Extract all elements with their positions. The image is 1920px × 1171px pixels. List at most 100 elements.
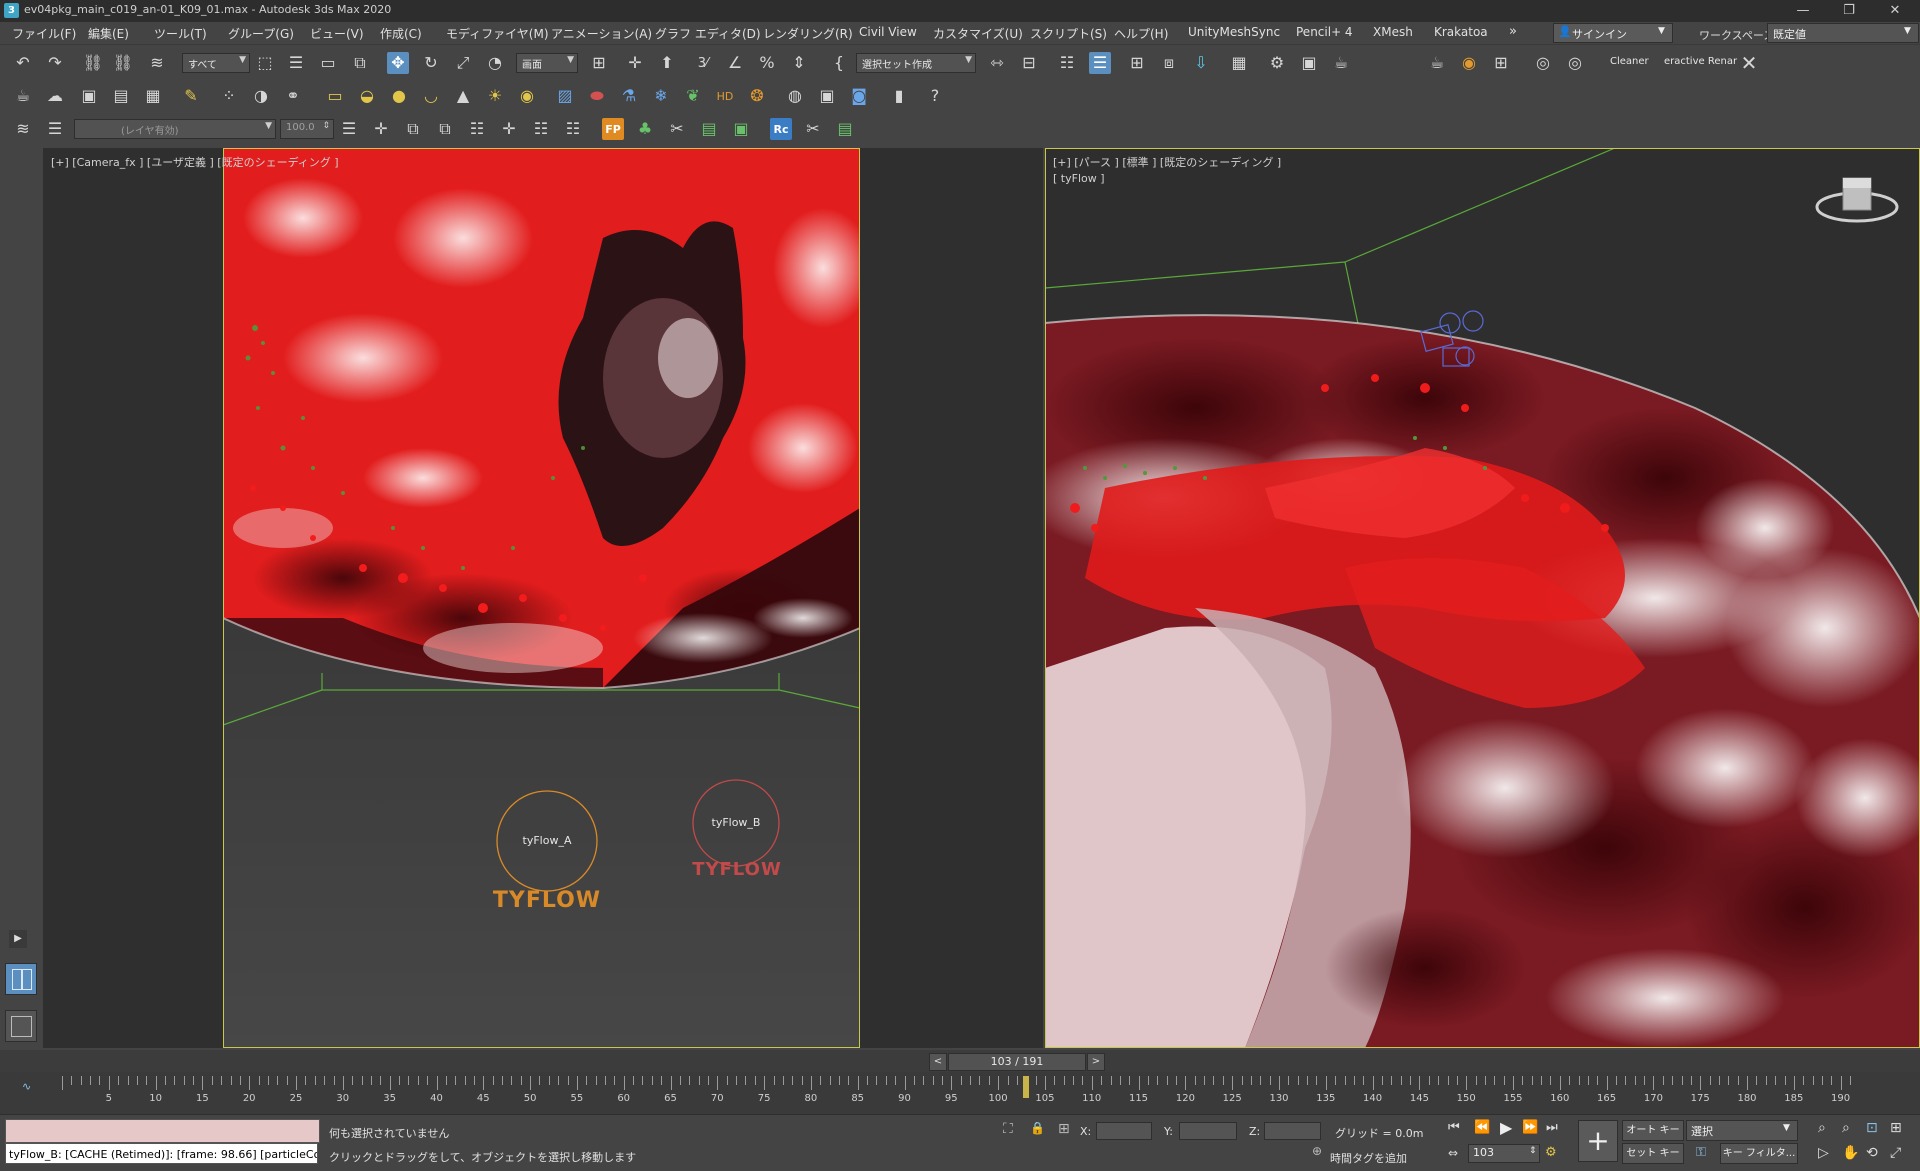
light-lister-icon[interactable]: ✎ [180, 85, 202, 107]
key-filter-icon[interactable]: ⚿ [1696, 1145, 1706, 1160]
curve-editor-icon[interactable]: ⧈ [1158, 52, 1180, 74]
capsule-icon[interactable]: ⬬ [586, 85, 608, 107]
material-editor-icon[interactable]: ▦ [1228, 52, 1250, 74]
camera-viewport-label[interactable]: [+] [Camera_fx ] [ユーザ定義 ] [既定のシェーディング ] [51, 154, 339, 170]
image-icon[interactable]: ▣ [78, 85, 100, 107]
layer-hide-icon[interactable]: ☷ [530, 118, 552, 140]
next-frame-icon[interactable]: ⏩ [1522, 1120, 1538, 1135]
dots-icon[interactable]: ⁘ [218, 85, 240, 107]
link-tool-icon[interactable]: ⚭ [282, 85, 304, 107]
perspective-viewport-label[interactable]: [+] [パース ] [標準 ] [既定のシェーディング ] [1053, 154, 1281, 170]
layer-lock-icon[interactable]: ☷ [466, 118, 488, 140]
hemisphere-icon[interactable]: ◒ [356, 85, 378, 107]
play-animation-icon[interactable]: ▶ [1500, 1118, 1512, 1137]
menu-pencil[interactable]: Pencil+ 4 [1296, 25, 1353, 39]
rect-selection-icon[interactable]: ▭ [317, 52, 339, 74]
snowflake-icon[interactable]: ❄ [650, 85, 672, 107]
layer-explorer-icon[interactable]: ☰ [1089, 52, 1111, 74]
previous-frame-icon[interactable]: ⏪ [1474, 1120, 1490, 1135]
maximize-button[interactable]: ❐ [1826, 0, 1872, 22]
table-tool-icon[interactable]: ▤ [698, 118, 720, 140]
set-key-icon[interactable]: + [1578, 1120, 1618, 1162]
auto-key-button[interactable]: オート キー [1622, 1120, 1684, 1141]
menu-krakatoa[interactable]: Krakatoa [1434, 25, 1488, 39]
spreadsheet-icon[interactable]: ▤ [834, 118, 856, 140]
layer-value-spinner[interactable]: 100.0 ⇕ [280, 119, 334, 139]
z-field[interactable] [1264, 1122, 1321, 1140]
key-filters-button[interactable]: キー フィルタ... [1720, 1143, 1798, 1164]
window-crossing-icon[interactable]: ⧉ [349, 52, 371, 74]
menu-edit[interactable]: 編集(E) [88, 25, 129, 42]
zoom-extents-icon[interactable]: ⊡ [1866, 1120, 1878, 1136]
select-place-icon[interactable]: ◔ [484, 52, 506, 74]
select-by-name-icon[interactable]: ☰ [285, 52, 307, 74]
go-to-start-icon[interactable]: ⏮ [1448, 1120, 1460, 1135]
bind-spacewarp-icon[interactable]: ≋ [146, 52, 168, 74]
plane-icon[interactable]: ▭ [324, 85, 346, 107]
rock-icon[interactable]: ❂ [746, 85, 768, 107]
menu-civil-view[interactable]: Civil View [859, 25, 917, 39]
add-time-tag-button[interactable]: 時間タグを追加 [1330, 1150, 1407, 1166]
select-manipulate-icon[interactable]: ✛ [624, 52, 646, 74]
keyboard-shortcut-override-icon[interactable]: ⬆ [656, 52, 678, 74]
menu-rendering[interactable]: レンダリング(R) [763, 25, 853, 42]
select-layer-icon[interactable]: ⧉ [402, 118, 424, 140]
pivot-center-icon[interactable]: ⊞ [588, 52, 610, 74]
half-circle-icon[interactable]: ◑ [250, 85, 272, 107]
layers-icon[interactable]: ≋ [12, 118, 34, 140]
forest-icon[interactable]: ♣ [634, 118, 656, 140]
teapot-icon[interactable]: ☕ [12, 85, 34, 107]
key-mode-icon[interactable]: ⇔ [1448, 1146, 1458, 1160]
align-icon[interactable]: ⊟ [1018, 52, 1040, 74]
select-object-icon[interactable]: ⬚ [254, 52, 276, 74]
grass-icon[interactable]: ❦ [682, 85, 704, 107]
named-selection-dropdown[interactable]: 選択セット作成 ▼ [856, 53, 976, 73]
workspace-select[interactable]: 既定値 ▼ [1767, 23, 1919, 43]
select-rotate-icon[interactable]: ↻ [420, 52, 442, 74]
maximize-viewport-icon[interactable]: ⤢ [1890, 1145, 1901, 1161]
layer-properties-icon[interactable]: ⧉ [434, 118, 456, 140]
app-icon[interactable]: 3 [4, 3, 19, 18]
maxscript-listener-input[interactable] [5, 1119, 320, 1143]
sun-icon[interactable]: ☀ [484, 85, 506, 107]
layers-stack-icon[interactable]: ☰ [44, 118, 66, 140]
menu-help[interactable]: ヘルプ(H) [1114, 25, 1168, 42]
menu-xmesh[interactable]: XMesh [1373, 25, 1413, 39]
ribbon-icon[interactable]: ⊞ [1126, 52, 1148, 74]
menu-animation[interactable]: アニメーション(A) [551, 25, 652, 42]
zoom-extents-all-icon[interactable]: ⊞ [1890, 1120, 1902, 1136]
grid-plane-icon[interactable]: ▨ [554, 85, 576, 107]
next-frame-button[interactable]: > [1087, 1053, 1105, 1071]
angle-snap-icon[interactable]: ∠ [724, 52, 746, 74]
interactive-render-button[interactable]: eractive Renar [1664, 56, 1737, 67]
absolute-mode-icon[interactable]: ⊞ [1058, 1121, 1070, 1137]
set-key-button[interactable]: セット キー [1622, 1143, 1684, 1164]
layer-move-icon[interactable]: ✛ [498, 118, 520, 140]
zoom-icon[interactable]: ⌕ [1818, 1120, 1826, 1136]
image-tool-icon[interactable]: ▣ [816, 85, 838, 107]
edit-named-selection-icon[interactable]: { [828, 52, 850, 74]
lock-icon[interactable]: 🔒 [1030, 1121, 1045, 1135]
render-setup-icon[interactable]: ⚙ [1266, 52, 1288, 74]
grid-tool-icon[interactable]: ⊞ [1490, 52, 1512, 74]
current-frame-field[interactable]: 103 ⇕ [1468, 1144, 1540, 1163]
reference-coordinate-dropdown[interactable]: 画面 ▼ [516, 53, 578, 73]
menu-overflow-icon[interactable]: » [1509, 24, 1517, 39]
blender-icon[interactable]: ◉ [1458, 52, 1480, 74]
unlink-icon[interactable]: ⛓ [112, 52, 134, 74]
zoom-all-icon[interactable]: ⌕ [1842, 1120, 1850, 1136]
schematic-view-icon[interactable]: ⇩ [1190, 52, 1212, 74]
menu-unitymeshsync[interactable]: UnityMeshSync [1188, 25, 1280, 39]
isolate-icon[interactable]: ⛶ [1003, 1121, 1013, 1137]
render-elements-icon[interactable]: ▮ [888, 85, 910, 107]
undo-icon[interactable]: ↶ [12, 52, 34, 74]
rc-icon[interactable]: Rc [770, 118, 792, 140]
menu-graph-editors[interactable]: グラフ エディタ(D) [655, 25, 761, 42]
bowl-icon[interactable]: ◡ [420, 85, 442, 107]
minimize-button[interactable]: — [1780, 0, 1826, 22]
sphere-icon[interactable]: ● [388, 85, 410, 107]
y-field[interactable] [1179, 1122, 1237, 1140]
render-production-icon[interactable]: ☕ [1330, 52, 1352, 74]
help-icon[interactable]: ? [924, 85, 946, 107]
layer-freeze-icon[interactable]: ☷ [562, 118, 584, 140]
